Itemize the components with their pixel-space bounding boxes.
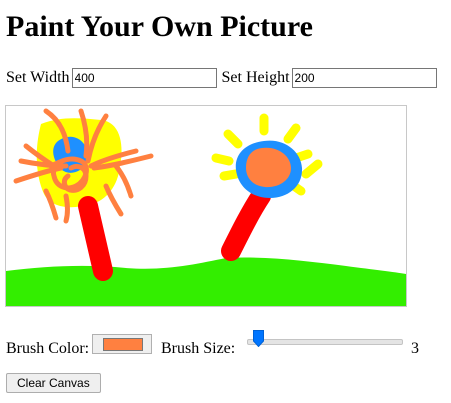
grass-stroke xyxy=(6,257,406,306)
height-label: Set Height xyxy=(221,69,290,86)
brush-size-value: 3 xyxy=(411,340,419,357)
paint-canvas[interactable] xyxy=(5,105,407,307)
brush-color-swatch xyxy=(103,338,143,351)
slider-track xyxy=(247,339,403,345)
right-flower-drawing xyxy=(211,113,323,261)
height-input[interactable] xyxy=(291,68,437,88)
page-title: Paint Your Own Picture xyxy=(6,10,313,43)
brush-controls: Brush Color: Brush Size: 3 xyxy=(6,330,426,364)
clear-canvas-button[interactable]: Clear Canvas xyxy=(6,373,101,393)
brush-size-label: Brush Size: xyxy=(161,340,236,357)
width-input[interactable] xyxy=(71,68,217,88)
canvas-drawing xyxy=(6,108,406,306)
brush-size-slider[interactable] xyxy=(247,330,403,354)
brush-color-picker[interactable] xyxy=(92,334,152,354)
brush-color-label: Brush Color: xyxy=(6,340,90,357)
dimension-controls: Set Width Set Height xyxy=(6,66,442,90)
slider-thumb[interactable] xyxy=(252,330,264,347)
width-label: Set Width xyxy=(6,69,70,86)
